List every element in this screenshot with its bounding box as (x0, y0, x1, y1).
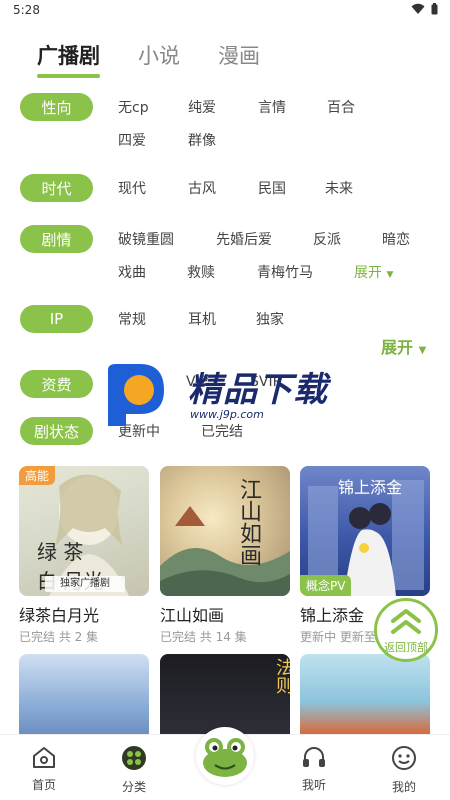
back-to-top-label: 返回顶部 (384, 641, 428, 654)
filter-label-era: 时代 (20, 174, 93, 202)
main-tabs: 广播剧 小说 漫画 (37, 40, 260, 78)
tab-novel[interactable]: 小说 (138, 40, 180, 70)
badge-pv: 概念PV (300, 575, 352, 596)
caret-down-icon: ▼ (386, 270, 394, 280)
bottom-nav: 首页 分类 我听 我的 (0, 727, 450, 800)
back-to-top-button[interactable]: 返回顶部 (374, 598, 438, 662)
card-subtitle: 已完结 共 14 集 (160, 630, 247, 644)
tab-comic[interactable]: 漫画 (218, 40, 260, 70)
filter-option[interactable]: 先婚后爱 (216, 229, 272, 249)
nav-center-button[interactable] (196, 727, 254, 785)
cover-title-art: 法则 (273, 658, 290, 694)
expand-more-label: 展开 (381, 338, 414, 357)
watermark-logo-icon (108, 364, 164, 426)
cover-image: 高能 绿 茶白 月光 独家广播剧 (19, 466, 149, 596)
nav-mine[interactable]: 我的 (374, 745, 434, 795)
filter-option[interactable]: 言情 (258, 97, 286, 117)
drama-card-cover[interactable] (300, 654, 430, 734)
smile-icon (392, 746, 416, 770)
filter-label-ip: IP (20, 305, 93, 333)
filter-option[interactable]: 民国 (258, 178, 286, 198)
nav-home-label: 首页 (31, 778, 56, 792)
filter-option[interactable]: 百合 (327, 97, 355, 117)
battery-icon (431, 3, 438, 15)
double-chevron-up-icon (391, 609, 421, 634)
cover-stamp: 独家广播剧 (45, 576, 125, 592)
filter-option[interactable]: 反派 (313, 229, 341, 249)
filter-option[interactable]: 常规 (118, 309, 146, 329)
filter-option[interactable]: 青梅竹马 (257, 262, 313, 282)
filter-option[interactable]: 纯爱 (188, 97, 216, 117)
badge-highlight: 高能 (19, 466, 56, 485)
nav-category[interactable]: 分类 (104, 745, 164, 795)
nav-category-label: 分类 (121, 780, 146, 794)
status-icons (411, 3, 438, 15)
filter-label-plot: 剧情 (20, 225, 93, 253)
cover-title-art: 锦上添金 (338, 478, 403, 497)
card-title: 江山如画 (160, 606, 225, 625)
nav-listening-label: 我听 (301, 778, 326, 792)
filter-option[interactable]: 破镜重圆 (118, 229, 174, 249)
cover-image: 锦上添金 概念PV (300, 466, 430, 596)
filter-option[interactable]: 救赎 (187, 262, 215, 282)
caret-down-icon: ▼ (418, 345, 427, 356)
drama-card-cover[interactable]: 法则 (160, 654, 290, 734)
filter-option[interactable]: 无cp (118, 97, 149, 117)
drama-card-cover[interactable] (19, 654, 149, 734)
expand-more-link[interactable]: 展开 ▼ (381, 334, 426, 358)
status-bar: 5:28 (0, 0, 450, 22)
filter-label-state: 剧状态 (20, 417, 93, 445)
filter-option[interactable]: 耳机 (188, 309, 216, 329)
nav-listening[interactable]: 我听 (284, 745, 344, 793)
card-title: 锦上添金 (300, 606, 365, 625)
tab-radio-drama[interactable]: 广播剧 (37, 40, 100, 78)
card-title: 绿茶白月光 (19, 606, 100, 625)
watermark-url: www.j9p.com (190, 408, 264, 421)
card-subtitle: 更新中 更新至 (300, 630, 376, 644)
cover-image: 江山如画 (160, 466, 290, 596)
plot-expand-link[interactable]: 展开 ▼ (354, 262, 393, 282)
filter-option[interactable]: 暗恋 (382, 229, 410, 249)
watermark-title: 精品下载 (188, 370, 328, 410)
cover-illustration (160, 506, 290, 596)
frog-icon (203, 738, 247, 777)
status-time: 5:28 (13, 3, 40, 17)
headphones-icon (303, 747, 325, 767)
plot-expand-label: 展开 (354, 265, 382, 281)
nav-mine-label: 我的 (391, 780, 416, 794)
watermark: 精品下载 www.j9p.com (100, 358, 360, 428)
filter-label-orientation: 性向 (20, 93, 93, 121)
filter-option[interactable]: 群像 (188, 130, 216, 150)
cover-title-art: 江山如画 (236, 478, 261, 566)
home-icon (33, 747, 55, 768)
filter-option[interactable]: 独家 (256, 309, 284, 329)
filter-option[interactable]: 未来 (325, 178, 353, 198)
category-icon (122, 746, 146, 770)
filter-option[interactable]: 戏曲 (118, 262, 146, 282)
filter-option[interactable]: 四爱 (118, 130, 146, 150)
filter-option[interactable]: 古风 (188, 178, 216, 198)
wifi-icon (411, 3, 425, 14)
filter-option[interactable]: 现代 (118, 178, 146, 198)
nav-home[interactable]: 首页 (14, 745, 74, 793)
card-subtitle: 已完结 共 2 集 (19, 630, 99, 644)
filter-label-fee: 资费 (20, 370, 93, 398)
